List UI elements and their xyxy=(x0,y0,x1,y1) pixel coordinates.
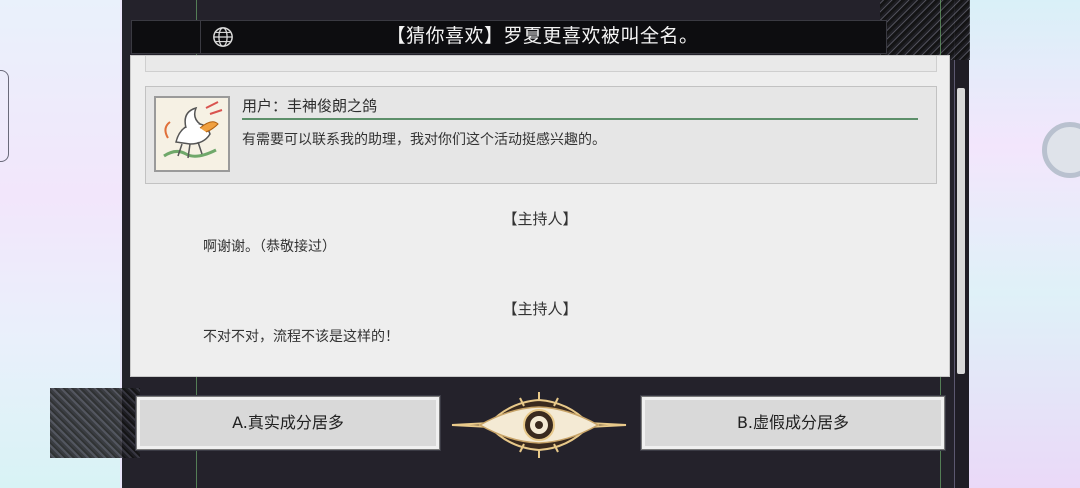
previous-card-edge xyxy=(145,56,937,72)
glitch-noise-left xyxy=(50,388,140,458)
speaker-label: 【主持人】 xyxy=(502,210,578,228)
page-title: 【猜你喜欢】罗夏更喜欢被叫全名。 xyxy=(386,25,699,47)
eye-emblem-icon xyxy=(451,392,627,458)
comment-username: 用户：丰神俊朗之鸽 xyxy=(242,97,378,115)
dialogue-panel[interactable]: 用户：丰神俊朗之鸽 有需要可以联系我的助理，我对你们这个活动挺感兴趣的。 【主持… xyxy=(130,55,950,377)
left-edge-tab xyxy=(0,70,9,162)
comment-card: 用户：丰神俊朗之鸽 有需要可以联系我的助理，我对你们这个活动挺感兴趣的。 xyxy=(145,86,937,184)
dialogue-line: 不对不对，流程不该是这样的！ xyxy=(203,329,399,345)
pegasus-sketch-avatar xyxy=(154,96,230,172)
choice-a-button[interactable]: A.真实成分居多 xyxy=(136,396,440,450)
panel-scrollbar[interactable] xyxy=(957,88,965,374)
choice-b-button[interactable]: B.虚假成分居多 xyxy=(641,396,945,450)
username-underline xyxy=(242,118,918,120)
dialogue-line: 啊谢谢。（恭敬接过） xyxy=(203,239,336,255)
avatar-drawing xyxy=(156,98,228,170)
right-background-art xyxy=(960,0,1080,488)
speaker-label: 【主持人】 xyxy=(502,300,578,318)
glitch-noise-right xyxy=(880,0,970,60)
comment-text: 有需要可以联系我的助理，我对你们这个活动挺感兴趣的。 xyxy=(242,132,606,148)
